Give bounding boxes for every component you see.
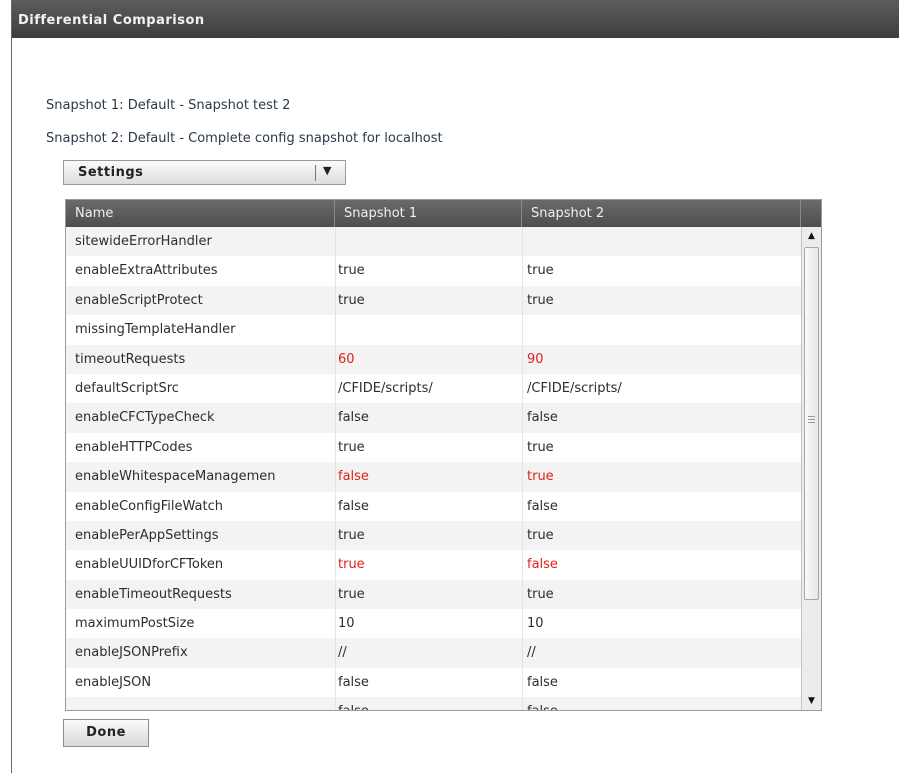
table-row[interactable]: enableTimeoutRequests true true: [66, 579, 801, 610]
setting-name-cell: maximumPostSize: [75, 616, 195, 632]
table-row[interactable]: missingTemplateHandler: [66, 315, 801, 345]
snapshot1-value-cell: false: [335, 667, 522, 698]
setting-name-cell: [66, 697, 335, 710]
snapshot2-label: Snapshot 2: Default - Complete config sn…: [46, 131, 443, 146]
snapshot2-value-cell: false: [522, 491, 801, 521]
setting-name-cell: enableUUIDforCFToken: [75, 557, 224, 573]
snapshot1-value-cell: //: [335, 638, 522, 668]
setting-name-cell: missingTemplateHandler: [75, 322, 236, 338]
table-row[interactable]: falsefalse: [66, 697, 801, 710]
snapshot2-value-cell: false: [522, 667, 801, 698]
setting-name-cell: timeoutRequests: [75, 351, 186, 367]
category-select[interactable]: Settings ▼: [63, 160, 346, 185]
snapshot2-value-cell: true: [522, 462, 801, 492]
column-header-snapshot2[interactable]: Snapshot 2: [522, 200, 801, 227]
table-row[interactable]: enableHTTPCodes true true: [66, 432, 801, 463]
snapshot2-value-cell: true: [522, 256, 801, 286]
column-header-name[interactable]: Name: [66, 200, 335, 227]
dropdown-separator: [315, 165, 316, 181]
setting-name-cell: enableJSON: [75, 674, 152, 690]
setting-name-cell: enableJSONPrefix: [75, 645, 188, 661]
snapshot1-label: Snapshot 1: Default - Snapshot test 2: [46, 98, 291, 113]
table-row[interactable]: enableCFCTypeCheck false false: [66, 403, 801, 433]
snapshot1-value-cell: true: [335, 520, 522, 551]
grid-scrollbar[interactable]: ▲ ▼: [801, 227, 821, 710]
snapshot2-value-cell: //: [522, 638, 801, 668]
table-row[interactable]: enableUUIDforCFToken true false: [66, 550, 801, 580]
snapshot2-value-cell: 10: [522, 609, 801, 639]
snapshot2-value-cell: false: [522, 697, 801, 710]
grip-lines-icon: [808, 416, 815, 425]
snapshot1-value-cell: false: [335, 462, 522, 492]
table-row[interactable]: enableConfigFileWatch false false: [66, 491, 801, 521]
snapshot2-value-cell: false: [522, 550, 801, 580]
snapshot2-value-cell: 90: [522, 344, 801, 374]
setting-name-cell: enableConfigFileWatch: [75, 498, 224, 514]
table-row[interactable]: sitewideErrorHandler: [66, 227, 801, 257]
snapshot1-value-cell: /CFIDE/scripts/: [335, 373, 522, 404]
snapshot1-value-cell: true: [335, 432, 522, 463]
snapshot1-value-cell: [335, 227, 522, 257]
table-row[interactable]: enablePerAppSettings true true: [66, 520, 801, 551]
table-row[interactable]: defaultScriptSrc/CFIDE/scripts//CFIDE/sc…: [66, 373, 801, 404]
table-row[interactable]: enableExtraAttributes true true: [66, 256, 801, 286]
snapshot1-value-cell: true: [335, 285, 522, 316]
snapshot1-value-cell: false: [335, 697, 522, 710]
grid-rows: sitewideErrorHandler enableExtraAttribute…: [66, 227, 801, 710]
setting-name-cell: defaultScriptSrc: [75, 380, 179, 396]
snapshot2-value-cell: true: [522, 285, 801, 316]
snapshot1-value-cell: true: [335, 579, 522, 610]
comparison-grid: Name Snapshot 1 Snapshot 2 sitewideError…: [65, 199, 822, 711]
window-titlebar: Differential Comparison: [12, 0, 899, 38]
snapshot2-value-cell: true: [522, 432, 801, 463]
scroll-up-arrow-icon[interactable]: ▲: [804, 229, 819, 243]
snapshot2-value-cell: false: [522, 403, 801, 433]
table-row[interactable]: maximumPostSize 10 10: [66, 609, 801, 639]
setting-name-cell: enableHTTPCodes: [75, 439, 193, 455]
setting-name-cell: sitewideErrorHandler: [75, 234, 212, 249]
category-select-value: Settings: [78, 165, 144, 180]
done-button[interactable]: Done: [63, 719, 149, 747]
snapshot1-value-cell: 60: [335, 344, 522, 374]
setting-name-cell: enableTimeoutRequests: [75, 586, 232, 602]
table-row[interactable]: enableWhitespaceManagemen false true: [66, 462, 801, 492]
table-row[interactable]: enableScriptProtect true true: [66, 285, 801, 316]
snapshot2-value-cell: /CFIDE/scripts/: [522, 373, 801, 404]
differential-comparison-window: Differential Comparison Snapshot 1: Defa…: [11, 0, 899, 773]
grid-header: Name Snapshot 1 Snapshot 2: [66, 200, 821, 227]
triangle-down-icon[interactable]: ▼: [323, 164, 331, 177]
scrollbar-thumb[interactable]: [804, 247, 819, 600]
snapshot1-value-cell: [335, 315, 522, 345]
snapshot1-value-cell: 10: [335, 609, 522, 639]
snapshot2-value-cell: true: [522, 579, 801, 610]
setting-name-cell: enableExtraAttributes: [75, 263, 218, 279]
setting-name-cell: enableScriptProtect: [75, 292, 203, 308]
snapshot1-value-cell: false: [335, 491, 522, 521]
scroll-down-arrow-icon[interactable]: ▼: [804, 694, 819, 708]
setting-name-cell: enableCFCTypeCheck: [75, 410, 215, 426]
column-header-snapshot1[interactable]: Snapshot 1: [335, 200, 522, 227]
snapshot1-value-cell: true: [335, 550, 522, 580]
snapshot2-value-cell: [522, 315, 801, 345]
table-row[interactable]: timeoutRequests 60 90: [66, 344, 801, 374]
snapshot2-value-cell: [522, 227, 801, 257]
setting-name-cell: enablePerAppSettings: [75, 527, 219, 543]
snapshot1-value-cell: false: [335, 403, 522, 433]
table-row[interactable]: enableJSONPrefix ////: [66, 638, 801, 668]
setting-name-cell: enableWhitespaceManagemen: [75, 469, 276, 485]
snapshot1-value-cell: true: [335, 256, 522, 286]
table-row[interactable]: enableJSON false false: [66, 667, 801, 698]
window-title: Differential Comparison: [18, 13, 205, 28]
snapshot2-value-cell: true: [522, 520, 801, 551]
